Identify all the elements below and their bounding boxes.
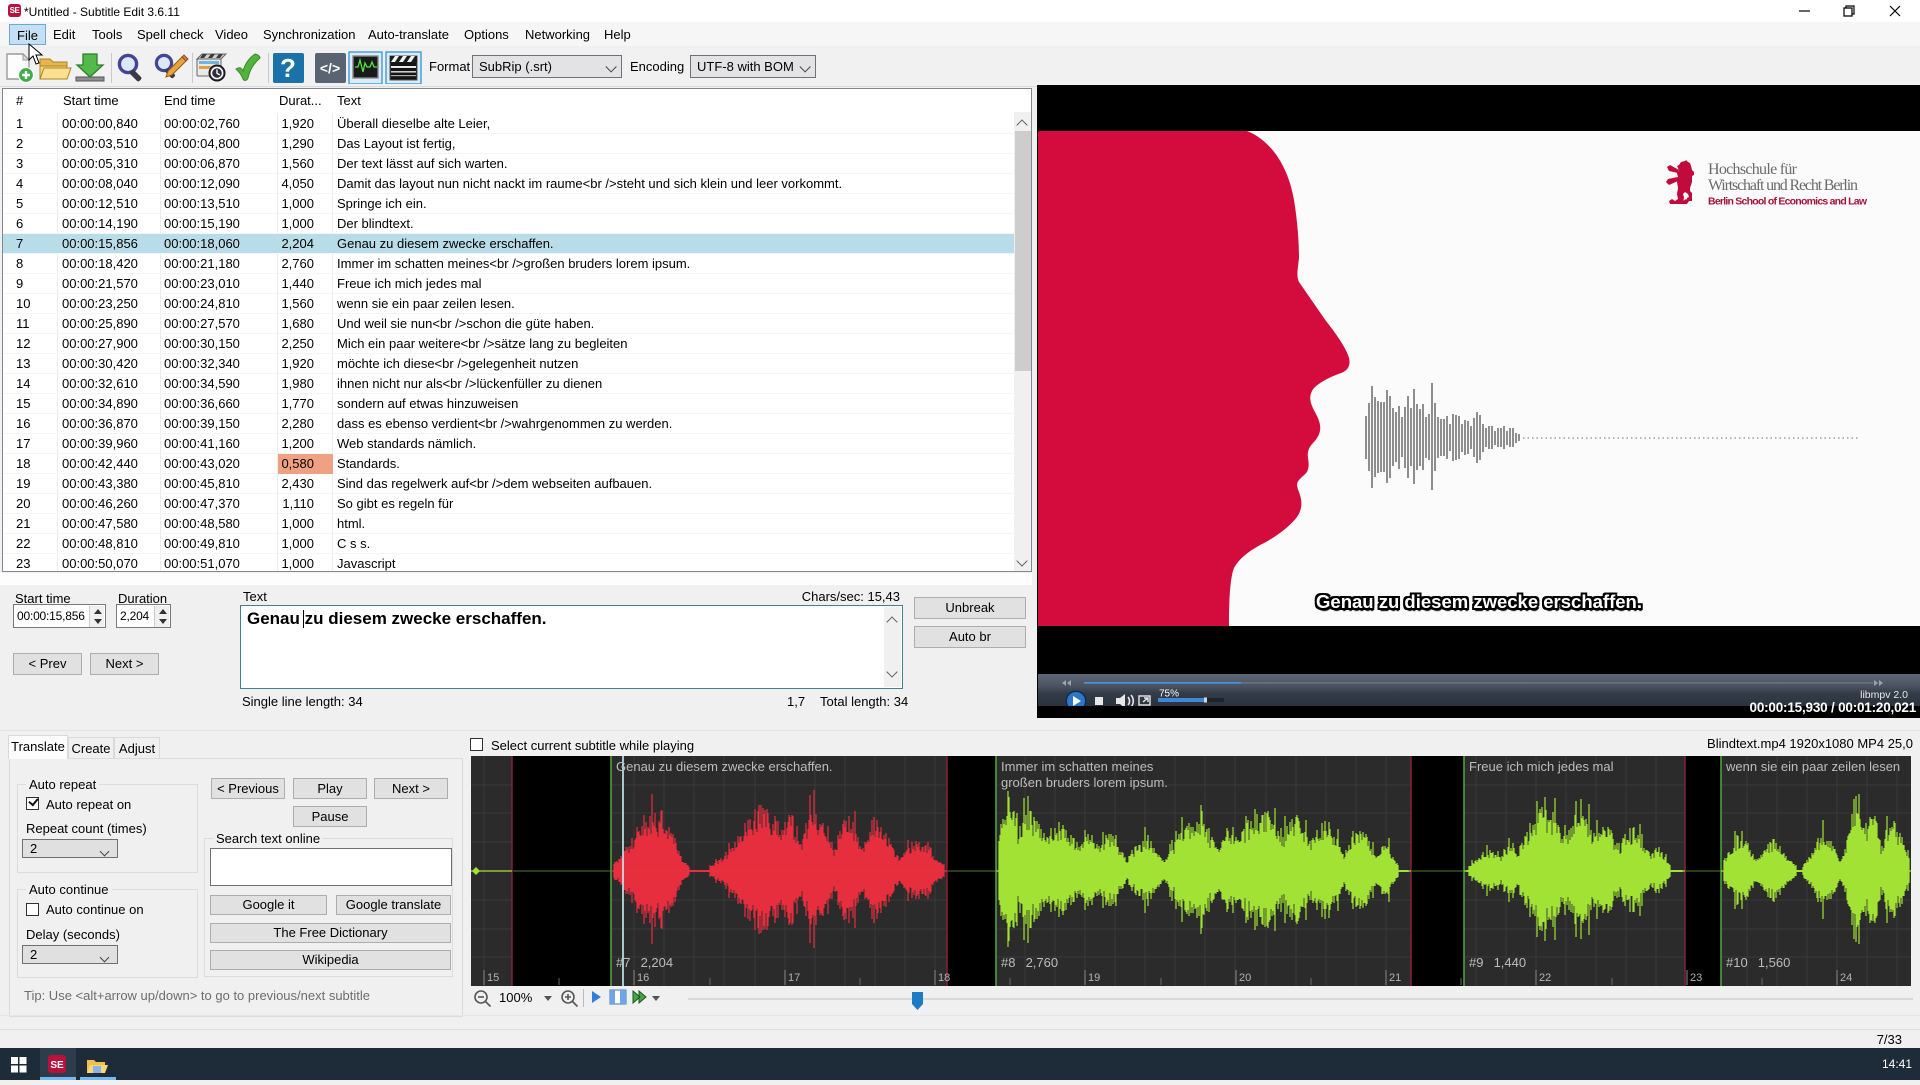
svg-text:</>: </> — [320, 60, 340, 76]
svg-text:#7 2,204: #7 2,204 — [616, 955, 673, 970]
svg-text:21: 21 — [1389, 972, 1401, 984]
svg-text:Freue ich mich jedes mal: Freue ich mich jedes mal — [1469, 759, 1614, 774]
svg-text:17: 17 — [788, 972, 800, 984]
svg-text:14:41: 14:41 — [1882, 1057, 1912, 1071]
svg-text:Hochschule für: Hochschule für — [1708, 161, 1798, 178]
svg-text:22: 22 — [1539, 972, 1551, 984]
svg-text:100%: 100% — [499, 990, 533, 1005]
svg-text:Wirtschaft und Recht Berlin: Wirtschaft und Recht Berlin — [1708, 177, 1858, 194]
svg-text:15: 15 — [487, 972, 499, 984]
svg-text:18: 18 — [938, 972, 950, 984]
svg-text:Immer im schatten meines: Immer im schatten meines — [1001, 759, 1154, 774]
svg-text:24: 24 — [1840, 972, 1852, 984]
svg-text:16: 16 — [637, 972, 649, 984]
svg-text:20: 20 — [1239, 972, 1251, 984]
svg-text:23: 23 — [1690, 972, 1702, 984]
svg-text:#9 1,440: #9 1,440 — [1469, 955, 1526, 970]
svg-text:75%: 75% — [1159, 689, 1179, 700]
svg-text:wenn sie ein paar zeilen lesen: wenn sie ein paar zeilen lesen — [1725, 759, 1900, 774]
svg-text:Genau zu diesem zwecke erschaf: Genau zu diesem zwecke erschaffen. — [616, 759, 833, 774]
svg-text:#10 1,560: #10 1,560 — [1726, 955, 1790, 970]
svg-text:#8 2,760: #8 2,760 — [1001, 955, 1058, 970]
svg-text:SE: SE — [50, 1060, 64, 1071]
svg-text:19: 19 — [1088, 972, 1100, 984]
svg-text:großen bruders lorem ipsum.: großen bruders lorem ipsum. — [1001, 775, 1168, 790]
svg-text:?: ? — [280, 53, 296, 83]
svg-text:Berlin School of Economics and: Berlin School of Economics and Law — [1708, 196, 1868, 208]
